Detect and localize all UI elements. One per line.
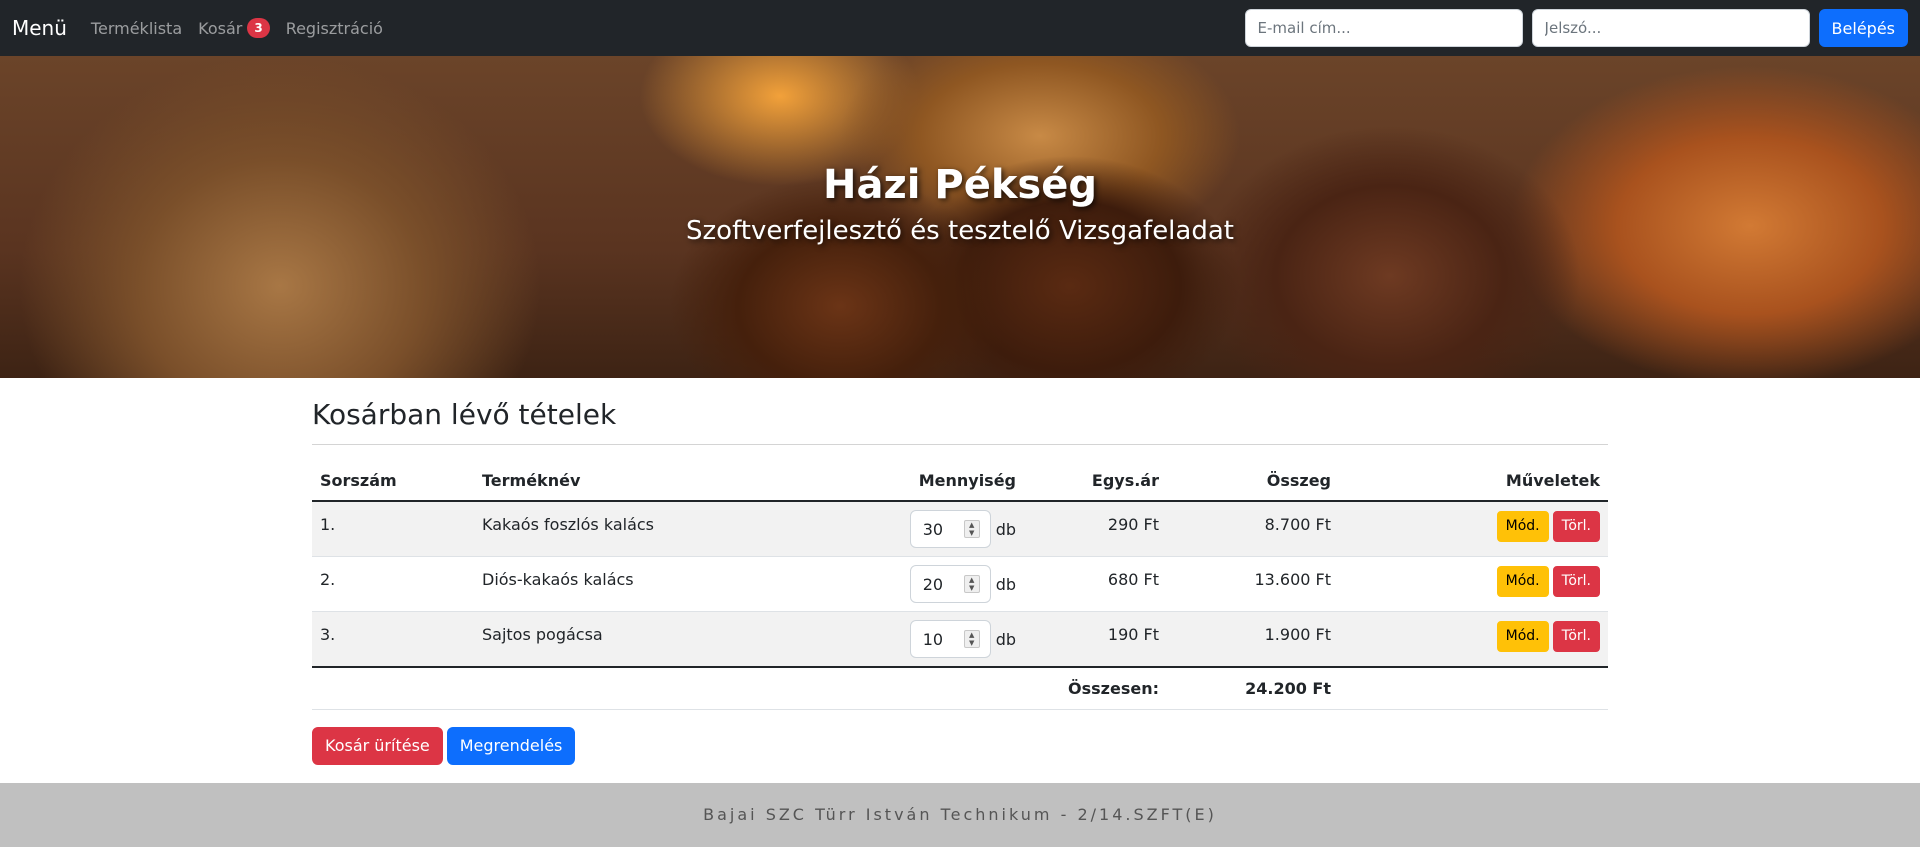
row-total: 1.900 Ft [1167, 611, 1339, 668]
table-row: 2. Diós-kakaós kalács 20 ▲ ▼ db 680 Ft 13.… [312, 556, 1608, 612]
quantity-stepper[interactable]: 20 ▲ ▼ [909, 565, 991, 603]
navbar-brand[interactable]: Menü [12, 16, 67, 40]
row-qty-cell: 10 ▲ ▼ db [874, 611, 1024, 668]
row-total: 13.600 Ft [1167, 556, 1339, 612]
column-header-index: Sorszám [312, 461, 474, 502]
row-index: 1. [312, 501, 474, 557]
summary-row: Összesen: 24.200 Ft [312, 667, 1608, 710]
row-actions: Mód. Törl. [1339, 556, 1608, 612]
table-row: 3. Sajtos pogácsa 10 ▲ ▼ db 190 Ft 1.900 F… [312, 611, 1608, 668]
row-product-name: Kakaós foszlós kalács [474, 501, 874, 557]
cart-table: Sorszám Terméknév Mennyiség Egys.ár Össz… [312, 461, 1608, 710]
column-header-name: Terméknév [474, 461, 874, 502]
quantity-value: 20 [922, 574, 944, 594]
quantity-unit: db [995, 629, 1016, 649]
login-button[interactable]: Belépés [1818, 9, 1908, 47]
hero-subtitle: Szoftverfejlesztő és tesztelő Vizsgafela… [686, 216, 1234, 246]
row-product-name: Diós-kakaós kalács [474, 556, 874, 612]
delete-button[interactable]: Törl. [1552, 621, 1600, 652]
row-unit-price: 290 Ft [1024, 501, 1167, 557]
row-total: 8.700 Ft [1167, 501, 1339, 557]
row-index: 2. [312, 556, 474, 612]
quantity-value: 10 [922, 629, 944, 649]
column-header-qty: Mennyiség [874, 461, 1024, 502]
row-qty-cell: 20 ▲ ▼ db [874, 556, 1024, 612]
row-unit-price: 190 Ft [1024, 611, 1167, 668]
table-row: 1. Kakaós foszlós kalács 30 ▲ ▼ db 290 Ft … [312, 501, 1608, 557]
quantity-stepper[interactable]: 30 ▲ ▼ [909, 510, 991, 548]
spinner-arrows-icon[interactable]: ▲ ▼ [963, 630, 980, 648]
cart-actions: Kosár ürítése Megrendelés [312, 726, 1608, 765]
table-header-row: Sorszám Terméknév Mennyiség Egys.ár Össz… [312, 461, 1608, 502]
row-actions: Mód. Törl. [1339, 501, 1608, 557]
edit-button[interactable]: Mód. [1496, 511, 1549, 542]
sum-label: Összesen: [1024, 667, 1167, 710]
quantity-unit: db [995, 519, 1016, 539]
quantity-unit: db [995, 574, 1016, 594]
nav-link-registration[interactable]: Regisztráció [286, 19, 383, 38]
place-order-button[interactable]: Megrendelés [446, 726, 576, 765]
spinner-arrows-icon[interactable]: ▲ ▼ [963, 520, 980, 538]
password-input[interactable] [1531, 9, 1810, 47]
email-input[interactable] [1244, 9, 1523, 47]
delete-button[interactable]: Törl. [1552, 511, 1600, 542]
row-product-name: Sajtos pogácsa [474, 611, 874, 668]
quantity-stepper[interactable]: 10 ▲ ▼ [909, 620, 991, 658]
top-navbar: Menü Terméklista Kosár3 Regisztráció Bel… [0, 0, 1920, 56]
cart-heading: Kosárban lévő tételek [312, 398, 617, 431]
edit-button[interactable]: Mód. [1496, 566, 1549, 597]
nav-link-product-list[interactable]: Terméklista [91, 19, 182, 38]
quantity-value: 30 [922, 519, 944, 539]
login-form: Belépés [1244, 9, 1908, 47]
column-header-actions: Műveletek [1339, 461, 1608, 502]
column-header-total: Összeg [1167, 461, 1339, 502]
hero-title: Házi Pékség [822, 162, 1097, 208]
row-index: 3. [312, 611, 474, 668]
footer-text: Bajai SZC Türr István Technikum - 2/14.S… [703, 805, 1217, 824]
page-footer: Bajai SZC Türr István Technikum - 2/14.S… [0, 783, 1920, 847]
empty-cart-button[interactable]: Kosár ürítése [312, 726, 443, 765]
delete-button[interactable]: Törl. [1552, 566, 1600, 597]
row-actions: Mód. Törl. [1339, 611, 1608, 668]
column-header-unit-price: Egys.ár [1024, 461, 1167, 502]
nav-link-label: Regisztráció [285, 18, 383, 38]
cart-count-badge: 3 [247, 18, 270, 38]
page-title: Kosárban lévő tételek [312, 397, 1608, 445]
row-qty-cell: 30 ▲ ▼ db [874, 501, 1024, 557]
cart-section: Kosárban lévő tételek Sorszám Terméknév … [312, 378, 1608, 765]
edit-button[interactable]: Mód. [1496, 621, 1549, 652]
sum-value: 24.200 Ft [1167, 667, 1339, 710]
nav-link-label: Kosár [198, 18, 243, 38]
spinner-arrows-icon[interactable]: ▲ ▼ [963, 575, 980, 593]
hero-banner: Házi Pékség Szoftverfejlesztő és tesztel… [0, 56, 1920, 378]
row-unit-price: 680 Ft [1024, 556, 1167, 612]
nav-link-label: Terméklista [90, 18, 183, 38]
nav-link-cart[interactable]: Kosár 3 [198, 18, 270, 38]
